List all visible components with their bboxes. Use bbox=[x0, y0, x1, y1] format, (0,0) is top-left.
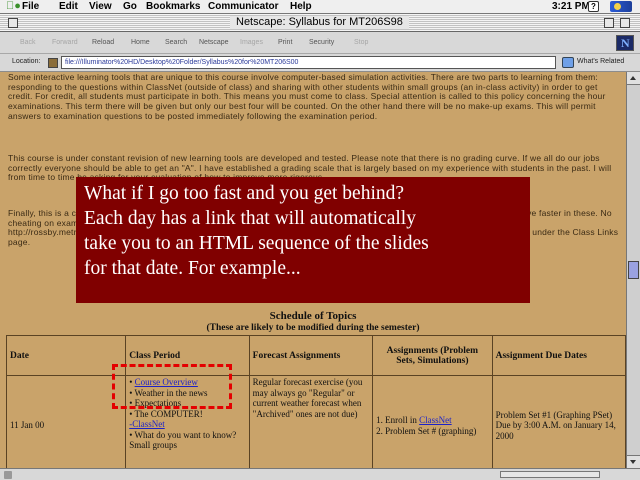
cell-date: 11 Jan 00 bbox=[5, 375, 127, 468]
class-item: Expectations bbox=[129, 398, 245, 409]
security-lock-icon[interactable] bbox=[4, 471, 12, 479]
column-header-due-dates: Assignment Due Dates bbox=[491, 335, 626, 376]
collapse-box-icon[interactable] bbox=[620, 18, 630, 28]
close-box-icon[interactable] bbox=[8, 18, 18, 28]
menu-bar: ● File Edit View Go Bookmarks Communica… bbox=[0, 0, 640, 14]
syllabus-paragraph: Some interactive learning tools that are… bbox=[8, 72, 606, 121]
overlay-line: What if I go too fast and you get behind… bbox=[84, 183, 405, 204]
cell-forecast: Regular forecast exercise (you may alway… bbox=[248, 375, 374, 468]
reload-button[interactable]: Reload bbox=[92, 38, 114, 48]
back-button[interactable]: Back bbox=[20, 38, 36, 48]
assignment-text: 2. Problem Set # (graphing) bbox=[376, 425, 477, 436]
location-input[interactable]: file:///Illuminator%20HD/Desktop%20Folde… bbox=[61, 56, 556, 69]
overlay-line: take you to an HTML sequence of the slid… bbox=[84, 233, 429, 254]
menu-communicator[interactable]: Communicator bbox=[208, 0, 279, 13]
menu-file[interactable]: File bbox=[22, 0, 39, 13]
assignment-text: 1. Enroll in bbox=[376, 415, 420, 425]
table-row: 11 Jan 00 Course Overview Weather in the… bbox=[5, 375, 626, 468]
class-item: The COMPUTER! bbox=[129, 409, 245, 420]
search-button[interactable]: Search bbox=[165, 38, 187, 48]
window-title: Netscape: Syllabus for MT206S98 bbox=[230, 16, 409, 29]
cell-due-date: Problem Set #1 (Graphing PSet) Due by 3:… bbox=[491, 375, 626, 468]
column-header-date: Date bbox=[5, 335, 127, 376]
overlay-line: Each day has a link that will automatica… bbox=[84, 208, 416, 229]
vertical-scrollbar[interactable] bbox=[626, 72, 640, 468]
column-header-class-period: Class Period bbox=[125, 335, 250, 376]
application-menu-icon[interactable] bbox=[610, 1, 632, 12]
course-overview-link[interactable]: Course Overview bbox=[135, 377, 198, 387]
slide-overlay-text: What if I go too fast and you get behind… bbox=[76, 177, 530, 303]
security-button[interactable]: Security bbox=[309, 38, 334, 48]
column-header-forecast: Forecast Assignments bbox=[248, 335, 374, 376]
whats-related-button[interactable]: What's Related bbox=[577, 58, 624, 65]
enroll-classnet-link[interactable]: ClassNet bbox=[419, 415, 452, 425]
zoom-box-icon[interactable] bbox=[604, 18, 614, 28]
menu-help[interactable]: Help bbox=[290, 0, 312, 13]
menu-view[interactable]: View bbox=[89, 0, 112, 13]
page-proxy-icon[interactable] bbox=[48, 58, 58, 68]
page-content: Some interactive learning tools that are… bbox=[0, 72, 626, 468]
netscape-throbber-icon[interactable] bbox=[616, 35, 634, 51]
stop-button[interactable]: Stop bbox=[354, 38, 368, 48]
schedule-table: Date Class Period Forecast Assignments A… bbox=[5, 335, 626, 468]
cell-class-period: Course Overview Weather in the news Expe… bbox=[125, 375, 250, 468]
help-balloon-icon[interactable]: ? bbox=[588, 1, 599, 12]
scroll-down-arrow-icon[interactable] bbox=[627, 455, 640, 468]
window-title-bar[interactable]: Netscape: Syllabus for MT206S98 bbox=[0, 14, 640, 32]
apple-menu-icon[interactable]: ● bbox=[6, 0, 21, 13]
overlay-line: for that date. For example... bbox=[84, 258, 301, 279]
whats-related-icon[interactable] bbox=[562, 57, 574, 68]
menu-edit[interactable]: Edit bbox=[59, 0, 78, 13]
progress-bar bbox=[500, 471, 600, 478]
print-button[interactable]: Print bbox=[278, 38, 292, 48]
home-button[interactable]: Home bbox=[131, 38, 150, 48]
forward-button[interactable]: Forward bbox=[52, 38, 78, 48]
menu-clock[interactable]: 3:21 PM bbox=[552, 0, 590, 13]
column-header-assignments: Assignments (Problem Sets, Simulations) bbox=[372, 335, 493, 376]
navigation-toolbar: Back Forward Reload Home Search Netscape… bbox=[0, 32, 640, 54]
table-header-row: Date Class Period Forecast Assignments A… bbox=[5, 335, 626, 376]
scroll-thumb[interactable] bbox=[628, 261, 639, 279]
schedule-subtitle: (These are likely to be modified during … bbox=[206, 323, 420, 333]
class-item: Weather in the news bbox=[129, 388, 245, 399]
status-bar bbox=[0, 468, 640, 480]
scroll-up-arrow-icon[interactable] bbox=[627, 72, 640, 85]
location-label: Location: bbox=[12, 58, 41, 65]
location-bar: Location: file:///Illuminator%20HD/Deskt… bbox=[0, 54, 640, 72]
menu-go[interactable]: Go bbox=[123, 0, 137, 13]
classnet-link[interactable]: -ClassNet bbox=[129, 419, 165, 429]
netscape-button[interactable]: Netscape bbox=[199, 38, 229, 48]
images-button[interactable]: Images bbox=[240, 38, 263, 48]
menu-bookmarks[interactable]: Bookmarks bbox=[146, 0, 200, 13]
class-item: What do you want to know? Small groups bbox=[129, 430, 245, 451]
cell-assignments: 1. Enroll in ClassNet 2. Problem Set # (… bbox=[372, 375, 493, 468]
schedule-title: Schedule of Topics bbox=[269, 310, 357, 322]
